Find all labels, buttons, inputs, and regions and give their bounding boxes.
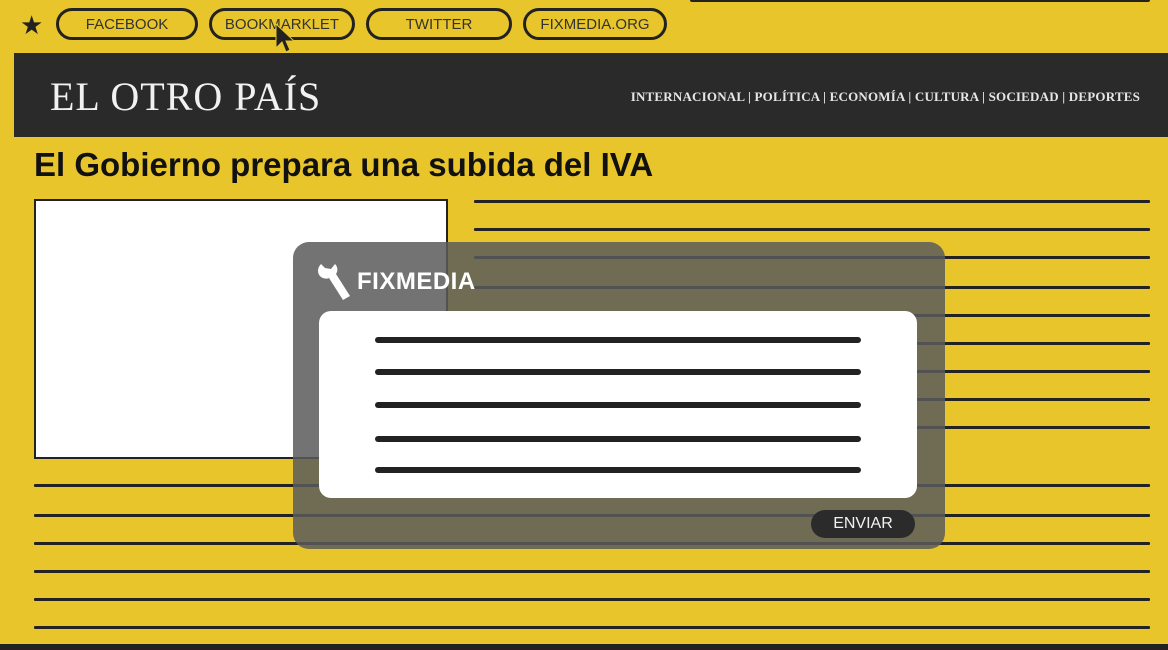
mouse-cursor-icon [275, 22, 296, 53]
text-line [474, 228, 1150, 231]
text-line [474, 200, 1150, 203]
bookmark-label: TWITTER [405, 15, 473, 33]
enviar-button[interactable]: ENVIAR [811, 510, 915, 538]
bookmark-fixmedia[interactable]: FIXMEDIA.ORG [523, 8, 667, 40]
fixmedia-textarea[interactable] [319, 311, 917, 498]
text-line [375, 436, 861, 442]
text-line [34, 626, 1150, 629]
text-line [375, 337, 861, 343]
bookmark-twitter[interactable]: TWITTER [366, 8, 512, 40]
text-line [34, 570, 1150, 573]
bookmark-facebook[interactable]: FACEBOOK [56, 8, 198, 40]
article-headline: El Gobierno prepara una subida del IVA [34, 146, 654, 183]
fixmedia-header: FIXMEDIA [313, 260, 476, 304]
star-icon[interactable]: ★ [20, 12, 43, 38]
bottom-bar [0, 644, 1168, 650]
bookmark-label: FIXMEDIA.ORG [540, 15, 650, 33]
bookmark-label: FACEBOOK [85, 15, 169, 33]
text-line [34, 598, 1150, 601]
text-line [375, 467, 861, 473]
text-line [375, 402, 861, 408]
section-nav[interactable]: INTERNACIONAL | POLÍTICA | ECONOMÍA | CU… [631, 89, 1140, 105]
site-logo[interactable]: EL OTRO PAÍS [50, 73, 321, 120]
fixmedia-title: FIXMEDIA [357, 268, 476, 295]
bookmarks-bar: ★ FACEBOOK BOOKMARKLET TWITTER FIXMEDIA.… [0, 0, 1168, 53]
fixmedia-panel: FIXMEDIA ENVIAR [293, 242, 945, 549]
site-masthead: EL OTRO PAÍS INTERNACIONAL | POLÍTICA | … [14, 53, 1168, 137]
text-line [375, 369, 861, 375]
wrench-icon [318, 264, 350, 300]
